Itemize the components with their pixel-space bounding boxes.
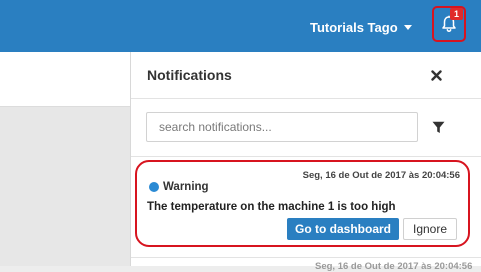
notification-count-badge: 1 bbox=[450, 8, 463, 20]
content-card bbox=[0, 52, 130, 107]
filter-icon bbox=[432, 121, 444, 133]
ignore-button[interactable]: Ignore bbox=[403, 218, 457, 240]
list-divider bbox=[131, 156, 481, 157]
filter-button[interactable] bbox=[429, 118, 447, 136]
list-divider bbox=[131, 257, 481, 258]
notifications-bell-button[interactable]: 1 bbox=[432, 6, 466, 42]
notification-timestamp: Seg, 16 de Out de 2017 às 20:04:56 bbox=[315, 261, 473, 272]
panel-title: Notifications bbox=[147, 67, 232, 83]
go-to-dashboard-button[interactable]: Go to dashboard bbox=[287, 218, 399, 240]
notification-timestamp: Seg, 16 de Out de 2017 às 20:04:56 bbox=[302, 170, 460, 181]
user-name: Tutorials Tago bbox=[310, 19, 398, 35]
notification-message: The temperature on the machine 1 is too … bbox=[147, 201, 396, 213]
notification-level-label: Warning bbox=[163, 181, 209, 193]
top-navbar: Tutorials Tago 1 bbox=[0, 0, 481, 52]
notifications-panel: Notifications Seg, 16 de Out de 2017 às … bbox=[130, 52, 481, 272]
panel-divider bbox=[131, 98, 481, 99]
caret-down-icon bbox=[403, 24, 412, 30]
notification-item: Seg, 16 de Out de 2017 às 20:04:56 Warni… bbox=[135, 160, 470, 247]
notification-level: Warning bbox=[149, 181, 209, 193]
search-notifications-input[interactable] bbox=[146, 112, 418, 142]
close-panel-button[interactable] bbox=[427, 66, 445, 84]
close-icon bbox=[430, 69, 442, 81]
status-dot-icon bbox=[149, 182, 159, 192]
user-menu-dropdown[interactable]: Tutorials Tago bbox=[310, 17, 412, 37]
